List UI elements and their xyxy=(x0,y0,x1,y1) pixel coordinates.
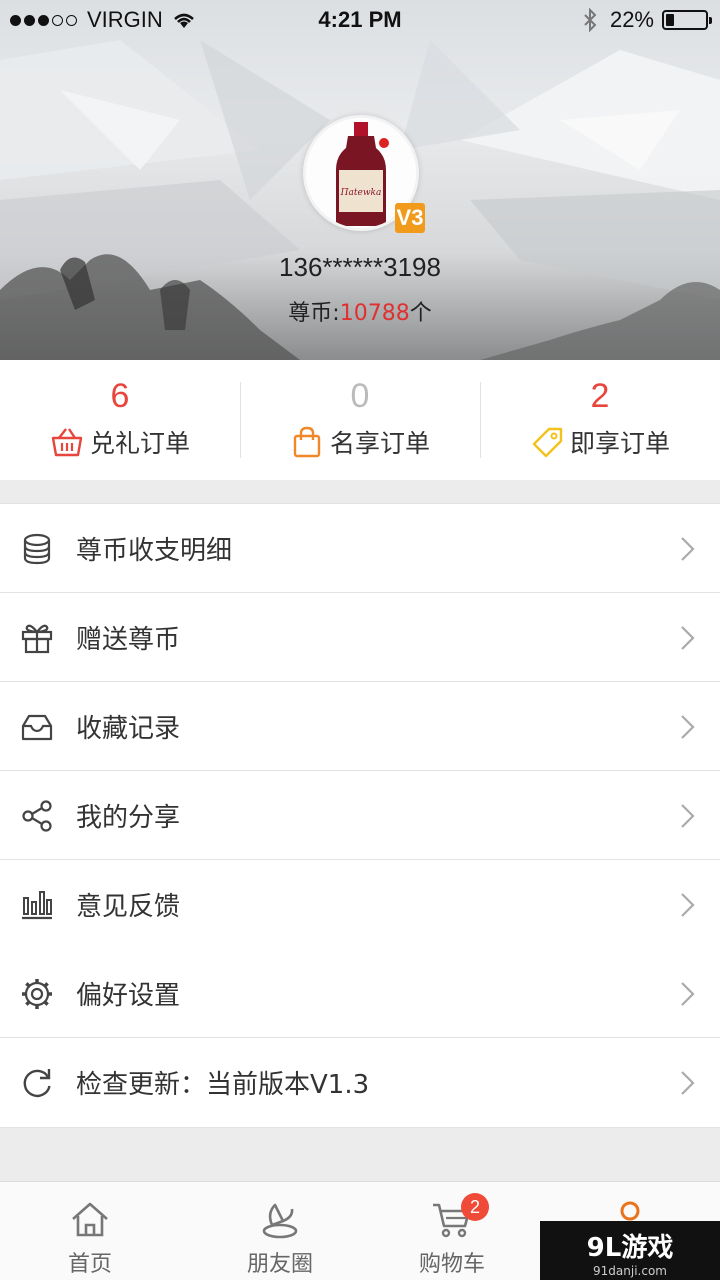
menu-item-feedback[interactable]: 意见反馈 xyxy=(0,860,720,949)
coin-unit: 个 xyxy=(409,301,432,326)
chevron-right-icon xyxy=(681,804,695,828)
menu-item-check-update[interactable]: 检查更新：当前版本V1.3 xyxy=(0,1038,720,1127)
menu-item-favorites[interactable]: 收藏记录 xyxy=(0,682,720,771)
profile-header: VIRGIN 4:21 PM 22% Пatewka V3 136******3… xyxy=(0,0,720,360)
user-phone: 136******3198 xyxy=(279,252,441,282)
menu-item-my-shares[interactable]: 我的分享 xyxy=(0,771,720,860)
order-count: 0 xyxy=(350,377,370,415)
watermark-url: 91danji.com xyxy=(593,1264,667,1278)
bluetooth-icon xyxy=(584,8,597,32)
tab-home[interactable]: 首页 xyxy=(0,1182,180,1280)
refresh-icon xyxy=(23,1069,51,1098)
gear-icon xyxy=(22,979,52,1009)
shopping-bag-icon xyxy=(293,426,321,458)
chevron-right-icon xyxy=(681,982,695,1006)
friends-icon xyxy=(262,1203,298,1239)
inbox-icon xyxy=(21,714,53,741)
chevron-right-icon xyxy=(681,537,695,561)
tag-icon xyxy=(532,427,563,458)
coin-balance: 尊币:10788个 xyxy=(0,295,720,327)
menu-item-preferences[interactable]: 偏好设置 xyxy=(0,949,720,1038)
coin-stack-icon xyxy=(23,533,51,565)
cart-count-badge: 2 xyxy=(461,1193,489,1221)
tab-label: 首页 xyxy=(67,1252,112,1277)
menu-item-coin-details[interactable]: 尊币收支明细 xyxy=(0,504,720,593)
basket-icon xyxy=(51,428,83,457)
menu-label: 我的分享 xyxy=(76,803,181,833)
menu-label: 意见反馈 xyxy=(76,892,181,922)
tab-label: 朋友圈 xyxy=(246,1252,313,1277)
order-label: 兑礼订单 xyxy=(89,429,190,458)
chevron-right-icon xyxy=(681,1071,695,1095)
battery-icon xyxy=(662,10,712,30)
status-bar: VIRGIN 4:21 PM 22% xyxy=(0,0,720,40)
home-icon xyxy=(72,1202,108,1237)
watermark-logo: 9L游戏 91danji.com xyxy=(540,1221,720,1280)
tab-cart[interactable]: 2 购物车 xyxy=(362,1182,542,1280)
order-exchange[interactable]: 6 兑礼订单 xyxy=(0,360,240,480)
order-summary: 6 兑礼订单 0 名享订单 2 即享订单 xyxy=(0,360,720,480)
tab-friends[interactable]: 朋友圈 xyxy=(190,1182,370,1280)
settings-menu: 尊币收支明细 赠送尊币 收藏记录 我的分享 意见反馈 偏好设置 检查更新：当前版… xyxy=(0,503,720,1128)
order-label: 名享订单 xyxy=(329,429,430,458)
coin-label: 尊币: xyxy=(288,301,340,326)
order-premium[interactable]: 0 名享订单 xyxy=(240,360,480,480)
menu-label: 收藏记录 xyxy=(76,714,181,744)
battery-percent: 22% xyxy=(609,7,654,32)
bar-chart-icon xyxy=(22,891,52,920)
order-count: 6 xyxy=(110,377,130,415)
share-icon xyxy=(22,800,52,832)
watermark-title: 9L游戏 xyxy=(586,1233,674,1263)
vip-level-badge: V3 xyxy=(395,203,425,233)
tab-label: 购物车 xyxy=(418,1252,485,1277)
order-count: 2 xyxy=(590,377,610,415)
order-instant[interactable]: 2 即享订单 xyxy=(480,360,720,480)
chevron-right-icon xyxy=(681,715,695,739)
bottle-label: Пatewka xyxy=(340,188,382,198)
menu-item-gift-coins[interactable]: 赠送尊币 xyxy=(0,593,720,682)
menu-label: 赠送尊币 xyxy=(76,625,181,655)
gift-icon xyxy=(21,624,53,654)
chevron-right-icon xyxy=(681,893,695,917)
menu-label: 偏好设置 xyxy=(76,981,181,1011)
order-label: 即享订单 xyxy=(569,429,670,458)
menu-label: 检查更新：当前版本V1.3 xyxy=(76,1070,370,1100)
menu-label: 尊币收支明细 xyxy=(76,536,233,566)
chevron-right-icon xyxy=(681,626,695,650)
coin-value: 10788 xyxy=(339,301,410,326)
